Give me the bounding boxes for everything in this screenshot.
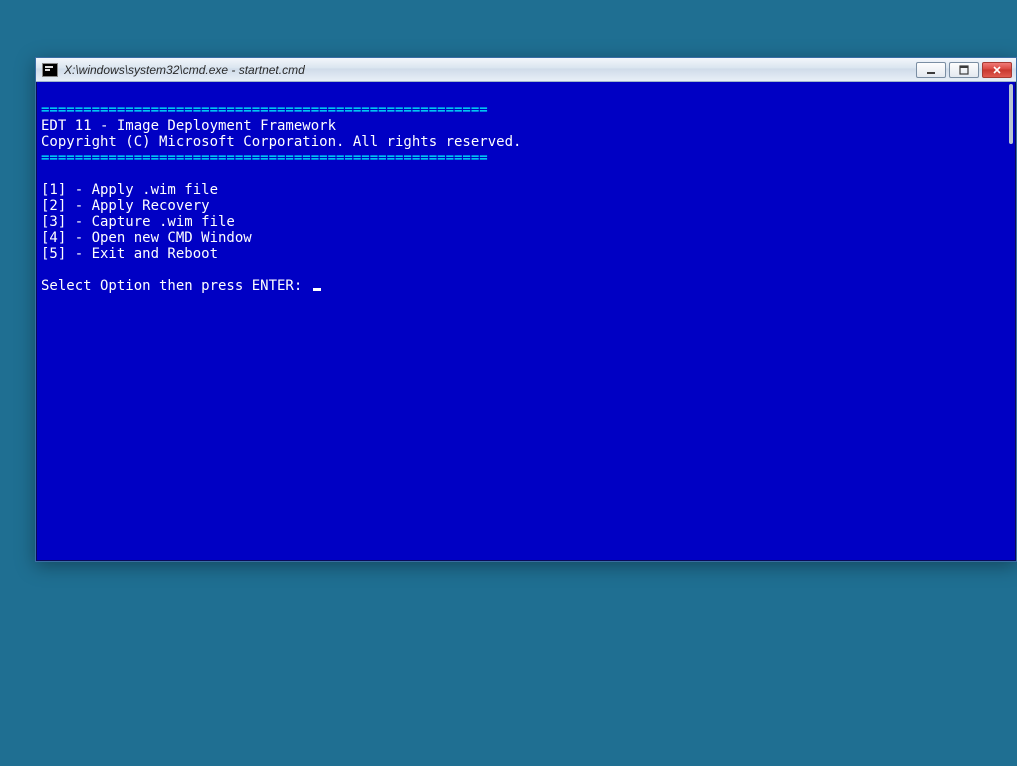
cmd-window: X:\windows\system32\cmd.exe - startnet.c… xyxy=(35,57,1017,562)
separator-line: ========================================… xyxy=(41,150,488,166)
menu-option: [3] - Capture .wim file xyxy=(41,214,235,230)
client-area-wrap: ========================================… xyxy=(36,82,1016,561)
menu-option: [4] - Open new CMD Window xyxy=(41,230,252,246)
close-button[interactable] xyxy=(982,62,1012,78)
menu-option: [1] - Apply .wim file xyxy=(41,182,218,198)
minimize-icon xyxy=(926,65,936,75)
menu-option: [2] - Apply Recovery xyxy=(41,198,210,214)
titlebar[interactable]: X:\windows\system32\cmd.exe - startnet.c… xyxy=(36,58,1016,82)
console-output[interactable]: ========================================… xyxy=(37,82,1015,560)
text-cursor xyxy=(313,288,321,291)
window-title: X:\windows\system32\cmd.exe - startnet.c… xyxy=(64,63,916,77)
menu-option: [5] - Exit and Reboot xyxy=(41,246,218,262)
maximize-icon xyxy=(959,65,969,75)
cmd-icon xyxy=(42,63,58,77)
copyright-line: Copyright (C) Microsoft Corporation. All… xyxy=(41,134,521,150)
minimize-button[interactable] xyxy=(916,62,946,78)
window-controls xyxy=(916,62,1012,78)
maximize-button[interactable] xyxy=(949,62,979,78)
prompt-text: Select Option then press ENTER: xyxy=(41,278,311,294)
scrollbar-thumb[interactable] xyxy=(1009,84,1013,144)
close-icon xyxy=(992,65,1002,75)
product-line: EDT 11 - Image Deployment Framework xyxy=(41,118,336,134)
separator-line: ========================================… xyxy=(41,102,488,118)
